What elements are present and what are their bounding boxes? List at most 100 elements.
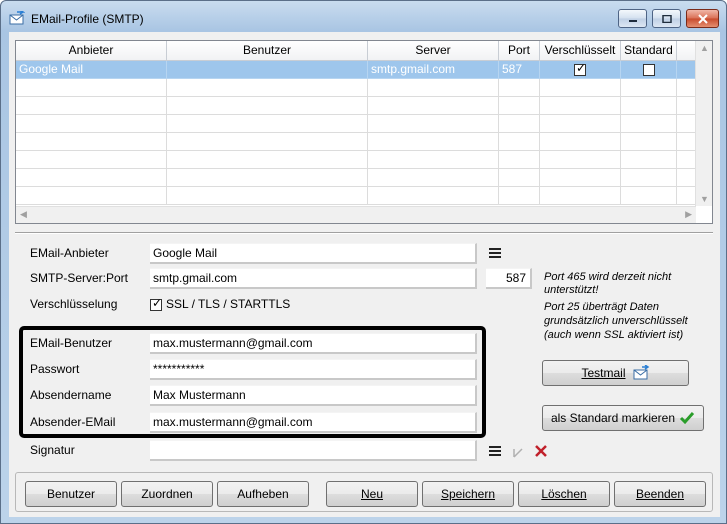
pen-icon bbox=[513, 448, 523, 458]
column-header-port[interactable]: Port bbox=[499, 41, 540, 61]
testmail-label: Testmail bbox=[581, 366, 626, 380]
cell-benutzer[interactable] bbox=[167, 61, 368, 79]
empty-cell bbox=[540, 151, 621, 169]
empty-cell bbox=[368, 151, 499, 169]
signature-delete-button[interactable] bbox=[531, 441, 551, 461]
port25-note-line1: Port 25 überträgt Daten bbox=[544, 301, 659, 313]
mail-send-icon bbox=[633, 365, 649, 380]
close-button[interactable] bbox=[686, 9, 719, 28]
checkmark-green-icon bbox=[679, 412, 695, 425]
port25-note-line3: (auch wenn SSL aktiviert ist) bbox=[544, 329, 684, 341]
empty-cell bbox=[368, 187, 499, 205]
empty-cell bbox=[499, 187, 540, 205]
password-label: Passwort bbox=[30, 362, 80, 376]
column-header-benutzer[interactable]: Benutzer bbox=[167, 41, 368, 61]
empty-cell bbox=[621, 151, 677, 169]
aufheben-button[interactable]: Aufheben bbox=[217, 481, 309, 507]
table-row[interactable]: Google Mail smtp.gmail.com 587 ✓ bbox=[16, 61, 696, 79]
checkmark-icon: ✓ bbox=[576, 61, 587, 75]
scroll-down-icon[interactable]: ▼ bbox=[700, 194, 709, 204]
empty-cell bbox=[368, 115, 499, 133]
empty-cell bbox=[167, 169, 368, 187]
cell-port[interactable]: 587 bbox=[499, 61, 540, 79]
ssl-checkbox[interactable]: ✓ bbox=[150, 296, 162, 311]
sender-name-label: Absendername bbox=[30, 388, 112, 402]
encryption-label: Verschlüsselung bbox=[30, 297, 118, 311]
port25-note-line2: grundsätzlich unverschlüsselt bbox=[544, 315, 688, 327]
scroll-left-icon[interactable]: ◀ bbox=[20, 209, 27, 220]
empty-table-row bbox=[16, 169, 696, 187]
cell-verschluesselt[interactable]: ✓ bbox=[540, 61, 621, 79]
empty-cell bbox=[499, 97, 540, 115]
sender-name-field[interactable]: Max Mustermann bbox=[150, 385, 477, 406]
list-icon bbox=[489, 446, 501, 456]
minimize-button[interactable] bbox=[618, 9, 647, 28]
column-header-filler bbox=[677, 41, 696, 61]
column-header-verschluesselt[interactable]: Verschlüsselt bbox=[540, 41, 621, 61]
empty-cell bbox=[368, 133, 499, 151]
signature-list-button[interactable] bbox=[485, 441, 505, 461]
profiles-grid[interactable]: Anbieter Benutzer Server Port Verschlüss… bbox=[15, 40, 713, 224]
maximize-button[interactable] bbox=[652, 9, 681, 28]
empty-cell bbox=[621, 97, 677, 115]
column-header-server[interactable]: Server bbox=[368, 41, 499, 61]
signature-label: Signatur bbox=[30, 443, 75, 457]
loeschen-button[interactable]: Löschen bbox=[518, 481, 610, 507]
beenden-button[interactable]: Beenden bbox=[614, 481, 706, 507]
empty-cell bbox=[167, 151, 368, 169]
title-bar[interactable]: EMail-Profile (SMTP) bbox=[1, 1, 726, 31]
speichern-button[interactable]: Speichern bbox=[422, 481, 514, 507]
testmail-button[interactable]: Testmail bbox=[542, 360, 689, 386]
user-field[interactable]: max.mustermann@gmail.com bbox=[150, 333, 477, 354]
cell-standard[interactable] bbox=[621, 61, 677, 79]
empty-cell bbox=[167, 97, 368, 115]
empty-table-row bbox=[16, 133, 696, 151]
password-field[interactable]: *********** bbox=[150, 359, 477, 380]
sender-email-field[interactable]: max.mustermann@gmail.com bbox=[150, 412, 477, 433]
empty-table-row bbox=[16, 151, 696, 169]
default-checkbox[interactable] bbox=[642, 63, 655, 76]
empty-cell bbox=[677, 115, 696, 133]
empty-cell bbox=[167, 187, 368, 205]
window-title: EMail-Profile (SMTP) bbox=[31, 12, 144, 26]
zuordnen-button[interactable]: Zuordnen bbox=[121, 481, 213, 507]
close-icon bbox=[697, 13, 708, 24]
anbieter-list-button[interactable] bbox=[485, 243, 505, 263]
encrypted-checkbox[interactable]: ✓ bbox=[574, 61, 587, 76]
ssl-checkbox-box[interactable]: ✓ bbox=[150, 296, 162, 311]
server-field[interactable]: smtp.gmail.com bbox=[150, 268, 477, 289]
horizontal-scrollbar[interactable]: ◀ ▶ bbox=[16, 206, 696, 223]
neu-button[interactable]: Neu bbox=[326, 481, 418, 507]
column-header-standard[interactable]: Standard bbox=[621, 41, 677, 61]
set-default-button[interactable]: als Standard markieren bbox=[542, 405, 704, 431]
column-header-anbieter[interactable]: Anbieter bbox=[16, 41, 167, 61]
set-default-label: als Standard markieren bbox=[550, 411, 676, 425]
grid-body: Anbieter Benutzer Server Port Verschlüss… bbox=[16, 41, 696, 206]
empty-cell bbox=[167, 115, 368, 133]
empty-table-row bbox=[16, 97, 696, 115]
empty-cell bbox=[677, 187, 696, 205]
scroll-right-icon[interactable]: ▶ bbox=[685, 209, 692, 220]
cell-anbieter[interactable]: Google Mail bbox=[16, 61, 167, 79]
port-field[interactable]: 587 bbox=[486, 268, 532, 289]
empty-cell bbox=[677, 133, 696, 151]
empty-cell bbox=[621, 115, 677, 133]
empty-cell bbox=[16, 151, 167, 169]
email-profile-window: EMail-Profile (SMTP) Anbieter Benutzer S… bbox=[0, 0, 727, 524]
empty-cell bbox=[677, 97, 696, 115]
minimize-icon bbox=[628, 19, 637, 22]
empty-cell bbox=[499, 79, 540, 97]
empty-cell bbox=[16, 187, 167, 205]
scroll-up-icon[interactable]: ▲ bbox=[700, 43, 709, 53]
empty-cell bbox=[368, 97, 499, 115]
vertical-scrollbar[interactable]: ▲ ▼ bbox=[695, 41, 712, 206]
benutzer-button[interactable]: Benutzer bbox=[25, 481, 117, 507]
empty-cell bbox=[167, 79, 368, 97]
empty-cell bbox=[621, 79, 677, 97]
signature-edit-button[interactable] bbox=[508, 441, 528, 461]
empty-cell bbox=[540, 115, 621, 133]
anbieter-label: EMail-Anbieter bbox=[30, 246, 109, 260]
cell-server[interactable]: smtp.gmail.com bbox=[368, 61, 499, 79]
signature-field[interactable] bbox=[150, 440, 477, 461]
anbieter-field[interactable]: Google Mail bbox=[150, 243, 477, 264]
